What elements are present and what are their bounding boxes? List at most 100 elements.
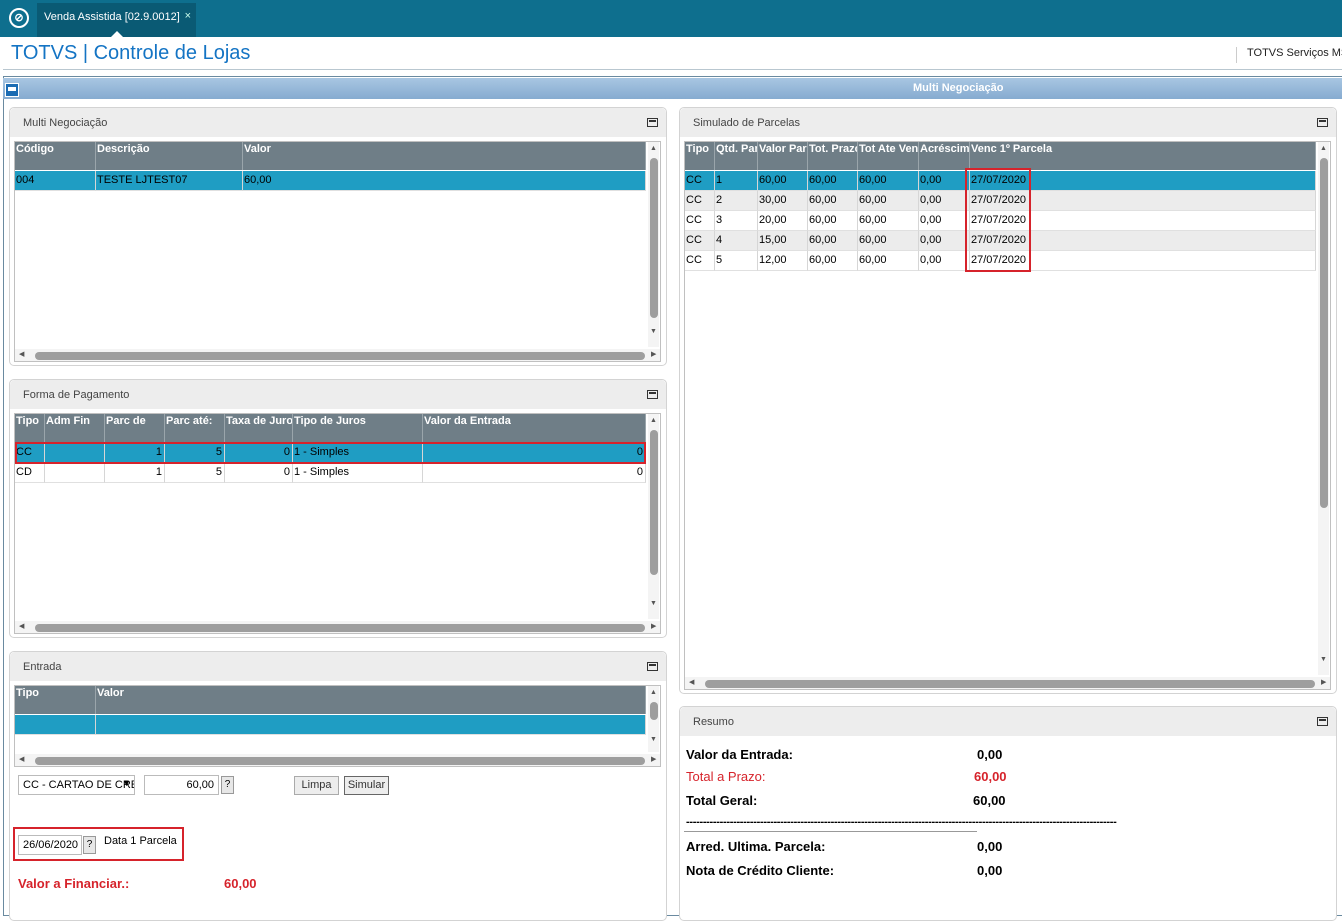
column-header[interactable]: Tipo de Juros (293, 414, 423, 442)
panel-header: Multi Negociação (10, 108, 666, 137)
cell: 1 (105, 463, 165, 483)
scroll-thumb[interactable] (35, 352, 645, 360)
panel-forma-pagamento: Forma de Pagamento Tipo Adm Fin Parc de … (9, 379, 667, 638)
scroll-left-icon[interactable]: ◀ (689, 679, 694, 687)
column-header[interactable]: Acréscimo (919, 142, 970, 170)
column-header[interactable]: Adm Fin (45, 414, 105, 442)
cell: 0 (423, 463, 646, 483)
vertical-scrollbar[interactable]: ▲ ▼ (648, 686, 659, 752)
cell: 60,00 (808, 211, 858, 231)
scroll-left-icon[interactable]: ◀ (19, 756, 24, 764)
horizontal-scrollbar[interactable]: ◀ ▶ (15, 349, 660, 361)
column-header[interactable]: Descrição (96, 142, 243, 170)
simulado-grid: Tipo Qtd. Parc Valor Parc Tot. Prazo Tot… (684, 141, 1331, 690)
scroll-up-icon[interactable]: ▲ (650, 145, 657, 153)
table-row[interactable] (15, 715, 646, 735)
panel-header: Resumo (680, 707, 1336, 736)
financiar-value: 60,00 (224, 876, 257, 891)
vertical-scrollbar[interactable]: ▲ ▼ (1318, 142, 1329, 675)
close-icon[interactable]: × (185, 10, 191, 22)
column-header[interactable]: Tipo (15, 414, 45, 442)
column-header[interactable]: Valor Parc (758, 142, 808, 170)
panel-title: Simulado de Parcelas (693, 117, 801, 129)
cell: 0,00 (919, 171, 970, 191)
grid-header: Tipo Adm Fin Parc de Parc até: Taxa de J… (15, 414, 646, 442)
payment-type-select[interactable]: CC - CARTAO DE CREDITO ▼ (18, 775, 135, 795)
page-title: TOTVS | Controle de Lojas (11, 42, 251, 64)
entrada-value-input[interactable]: 60,00 (144, 775, 219, 795)
minimize-icon[interactable] (1317, 717, 1328, 726)
column-header[interactable]: Tipo (15, 686, 96, 714)
column-header[interactable]: Tipo (685, 142, 715, 170)
resumo-separator: ----------------------------------------… (686, 816, 1117, 828)
minimize-icon[interactable] (1317, 118, 1328, 127)
scroll-thumb[interactable] (650, 702, 658, 720)
horizontal-scrollbar[interactable]: ◀ ▶ (685, 677, 1330, 689)
column-header[interactable]: Tot Ate Venc (858, 142, 919, 170)
cell: CC (685, 251, 715, 271)
scroll-up-icon[interactable]: ▲ (1320, 145, 1327, 153)
scroll-thumb[interactable] (35, 624, 645, 632)
cell: 60,00 (858, 171, 919, 191)
cell: 60,00 (858, 251, 919, 271)
scroll-thumb[interactable] (650, 430, 658, 575)
table-row[interactable]: CD 1 5 0 1 - Simples 0 (15, 463, 646, 483)
table-row[interactable]: 004 TESTE LJTEST07 60,00 (15, 171, 646, 191)
scroll-left-icon[interactable]: ◀ (19, 623, 24, 631)
totvs-logo-icon[interactable]: ⊘ (9, 8, 29, 28)
minimize-icon[interactable] (647, 662, 658, 671)
horizontal-scrollbar[interactable]: ◀ ▶ (15, 754, 660, 766)
scroll-thumb[interactable] (35, 757, 645, 765)
cell: 15,00 (758, 231, 808, 251)
scroll-down-icon[interactable]: ▼ (650, 736, 657, 744)
cell: 0,00 (919, 231, 970, 251)
horizontal-scrollbar[interactable]: ◀ ▶ (15, 621, 660, 633)
payment-type-value: CC - CARTAO DE CREDITO (23, 779, 134, 791)
cell: TESTE LJTEST07 (96, 171, 243, 191)
scroll-right-icon[interactable]: ▶ (651, 756, 656, 764)
scroll-up-icon[interactable]: ▲ (650, 689, 657, 697)
column-header[interactable]: Venc 1º Parcela (970, 142, 1316, 170)
column-header[interactable]: Parc até: (165, 414, 225, 442)
scroll-down-icon[interactable]: ▼ (1320, 656, 1327, 664)
tab-venda-assistida[interactable]: Venda Assistida [02.9.0012] × (37, 3, 196, 37)
limpa-button[interactable]: Limpa (294, 776, 339, 795)
scroll-left-icon[interactable]: ◀ (19, 351, 24, 359)
simular-button[interactable]: Simular (344, 776, 389, 795)
minimize-icon[interactable] (647, 390, 658, 399)
scroll-down-icon[interactable]: ▼ (650, 600, 657, 608)
column-header[interactable]: Valor (96, 686, 646, 714)
cell (15, 715, 96, 735)
vertical-scrollbar[interactable]: ▲ ▼ (648, 414, 659, 619)
scroll-thumb[interactable] (705, 680, 1315, 688)
cell: 004 (15, 171, 96, 191)
scroll-thumb[interactable] (650, 158, 658, 318)
minimize-icon[interactable] (647, 118, 658, 127)
column-header[interactable]: Parc de (105, 414, 165, 442)
panel-title: Forma de Pagamento (23, 389, 130, 401)
scroll-right-icon[interactable]: ▶ (1321, 679, 1326, 687)
cell: 12,00 (758, 251, 808, 271)
panel-title: Multi Negociação (23, 117, 108, 129)
date-help-button[interactable]: ? (83, 836, 96, 854)
help-button[interactable]: ? (221, 776, 234, 794)
column-header[interactable]: Valor da Entrada (423, 414, 646, 442)
scroll-thumb[interactable] (1320, 158, 1328, 508)
column-header[interactable]: Taxa de Juro (225, 414, 293, 442)
column-header[interactable]: Tot. Prazo (808, 142, 858, 170)
column-header[interactable]: Código (15, 142, 96, 170)
vertical-scrollbar[interactable]: ▲ ▼ (648, 142, 659, 347)
panel-header: Simulado de Parcelas (680, 108, 1336, 137)
scroll-right-icon[interactable]: ▶ (651, 351, 656, 359)
chevron-down-icon[interactable]: ▼ (122, 778, 131, 788)
column-header[interactable]: Qtd. Parc (715, 142, 758, 170)
scroll-right-icon[interactable]: ▶ (651, 623, 656, 631)
scroll-down-icon[interactable]: ▼ (650, 328, 657, 336)
cell: 1 - Simples (293, 463, 423, 483)
date-input[interactable]: 26/06/2020 (18, 835, 82, 855)
panel-multi-negociacao: Multi Negociação Código Descrição Valor … (9, 107, 667, 366)
entrada-grid: Tipo Valor ▲ ▼ ◀ ▶ (14, 685, 661, 767)
window-icon[interactable] (5, 83, 19, 97)
column-header[interactable]: Valor (243, 142, 646, 170)
scroll-up-icon[interactable]: ▲ (650, 417, 657, 425)
